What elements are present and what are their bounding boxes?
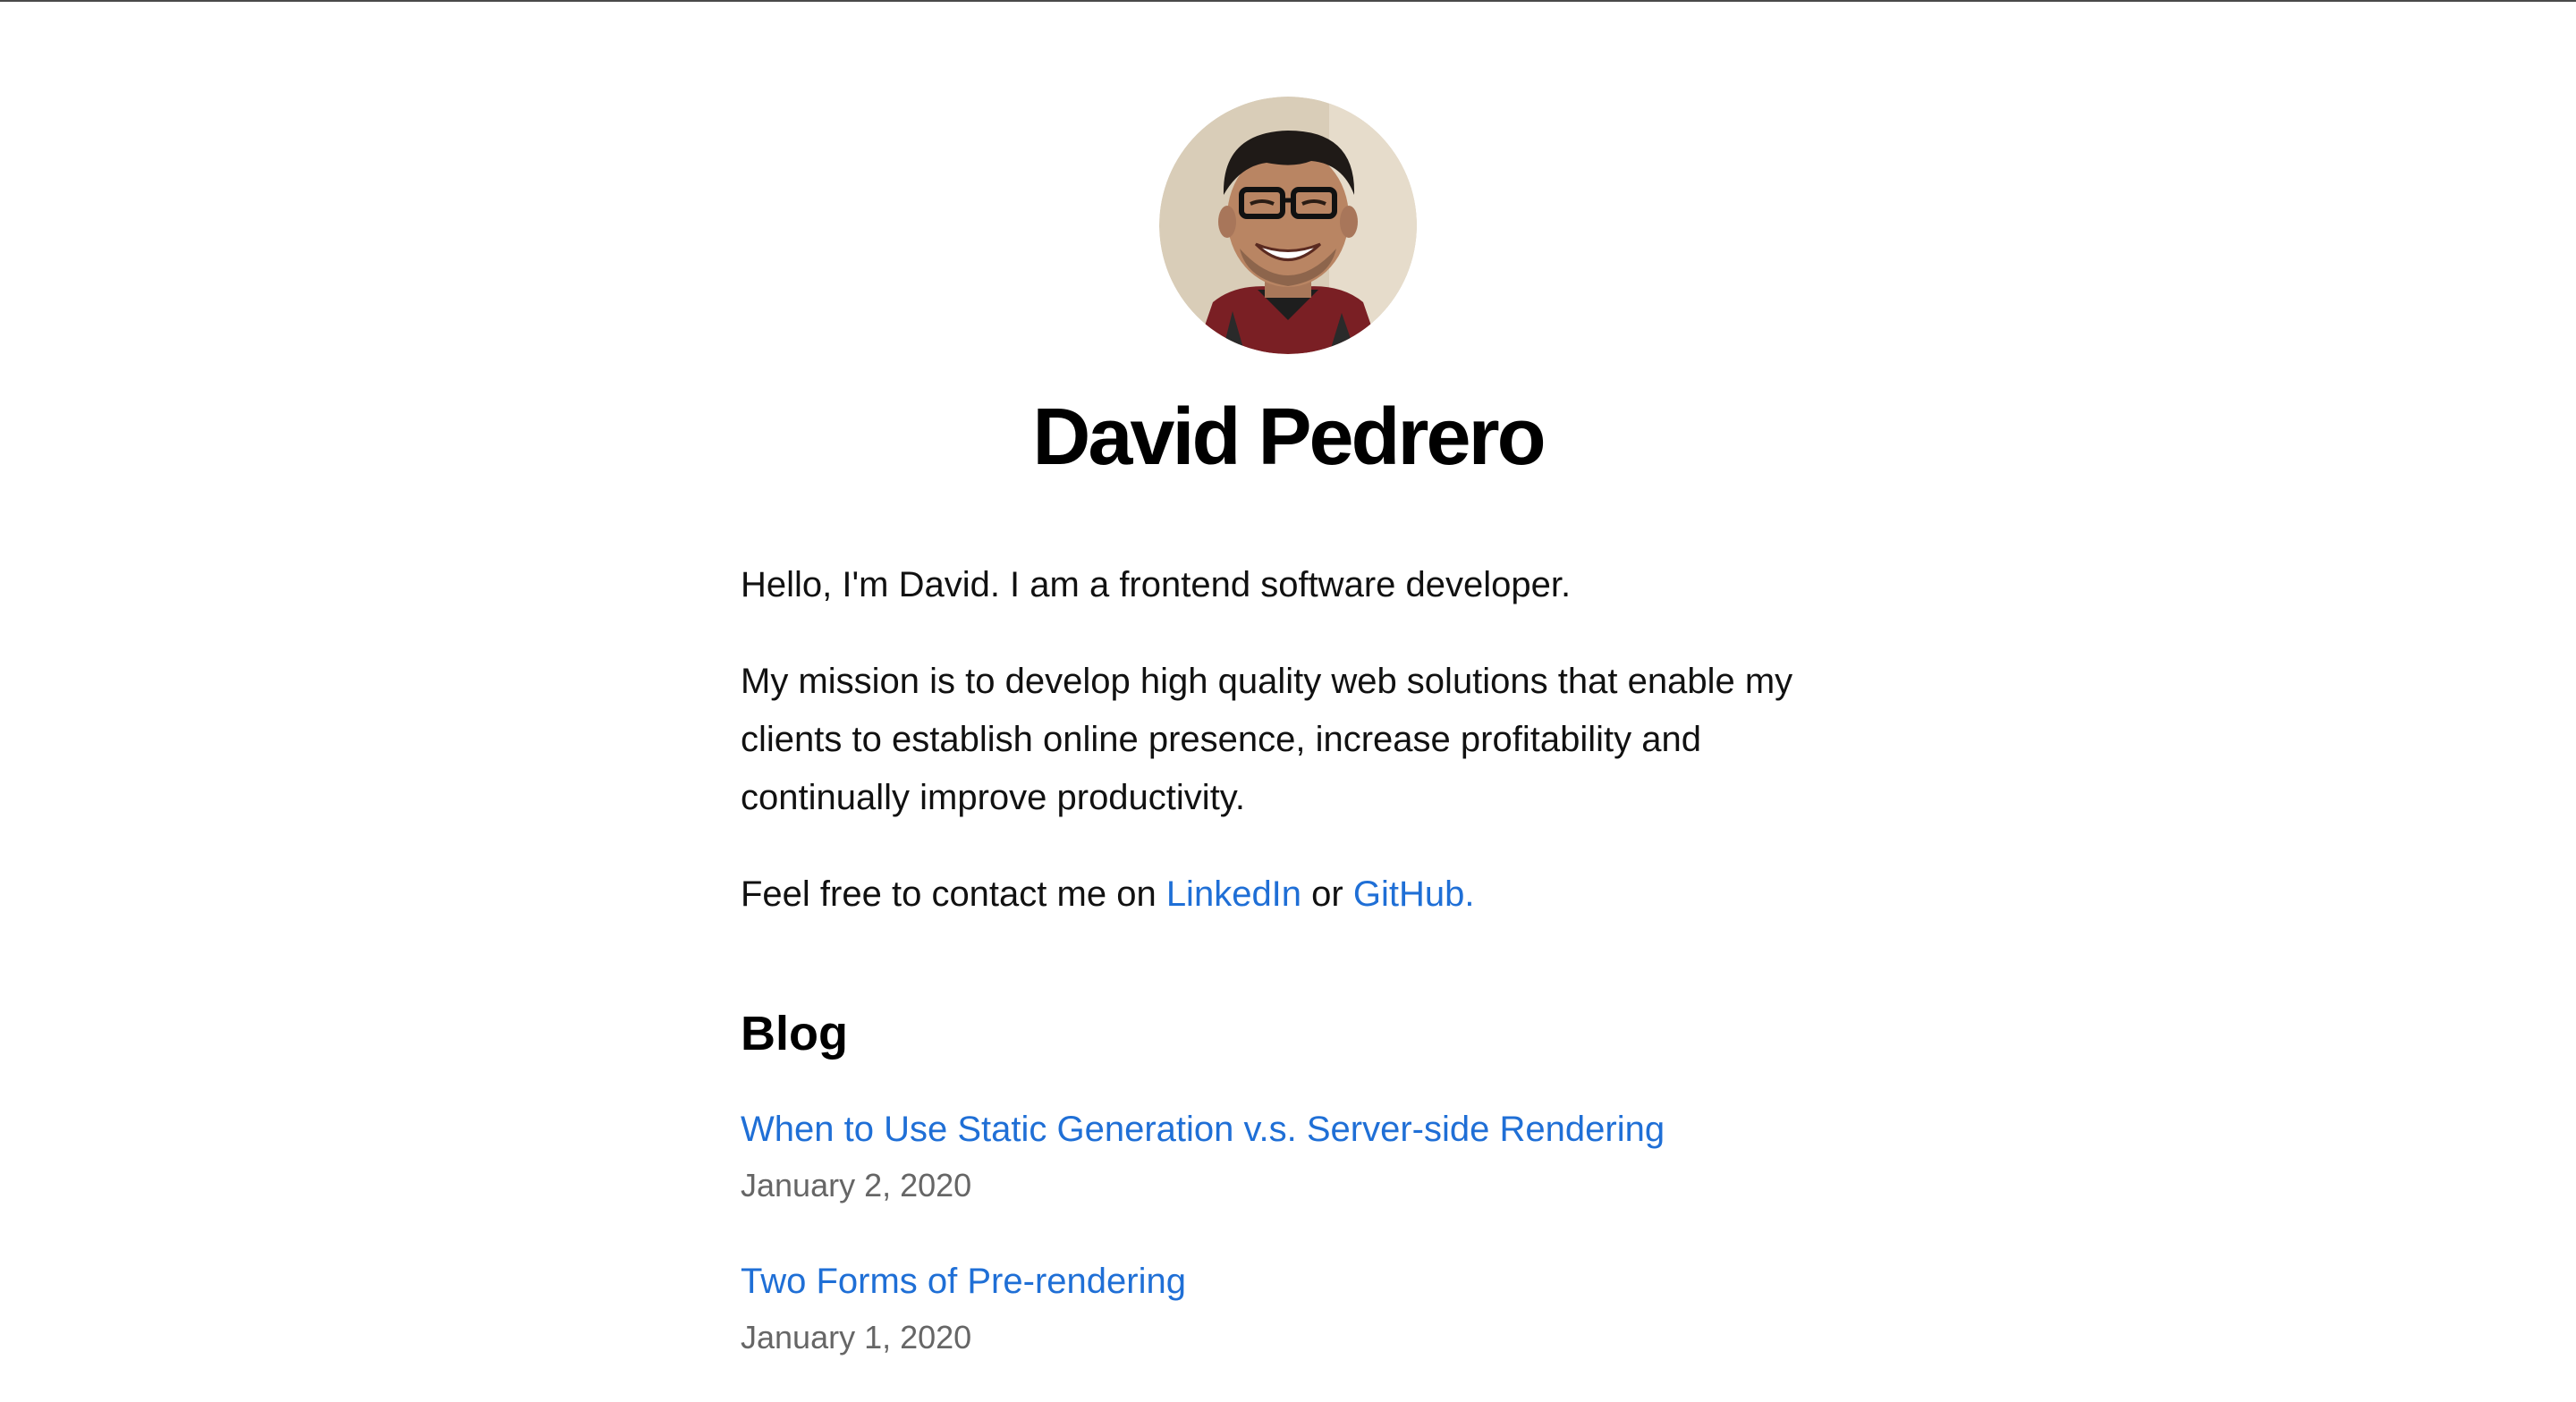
profile-header: David Pedrero <box>0 97 2576 482</box>
mission-text: My mission is to develop high quality we… <box>741 662 1793 817</box>
page-title: David Pedrero <box>1032 393 1546 482</box>
blog-post-title-link[interactable]: When to Use Static Generation v.s. Serve… <box>741 1102 1850 1156</box>
blog-heading: Blog <box>741 1007 848 1060</box>
contact-text: Feel free to contact me on LinkedIn or G… <box>741 866 1850 924</box>
blog-post-date: January 1, 2020 <box>741 1319 972 1356</box>
intro-text: Hello, I'm David. I am a frontend softwa… <box>741 565 1572 604</box>
contact-separator: or <box>1301 874 1353 914</box>
blog-post: Two Forms of Pre-rendering January 1, 20… <box>741 1254 1850 1362</box>
linkedin-link[interactable]: LinkedIn <box>1166 874 1301 914</box>
top-divider <box>0 0 2576 2</box>
contact-prefix: Feel free to contact me on <box>741 874 1166 914</box>
blog-post: When to Use Static Generation v.s. Serve… <box>741 1102 1850 1210</box>
page: David Pedrero Hello, I'm David. I am a f… <box>0 0 2576 1402</box>
main-content: Hello, I'm David. I am a frontend softwa… <box>741 556 1850 1362</box>
blog-post-date: January 2, 2020 <box>741 1167 972 1204</box>
github-link[interactable]: GitHub. <box>1353 874 1475 914</box>
blog-post-title-link[interactable]: Two Forms of Pre-rendering <box>741 1254 1850 1308</box>
avatar <box>1159 97 1417 354</box>
